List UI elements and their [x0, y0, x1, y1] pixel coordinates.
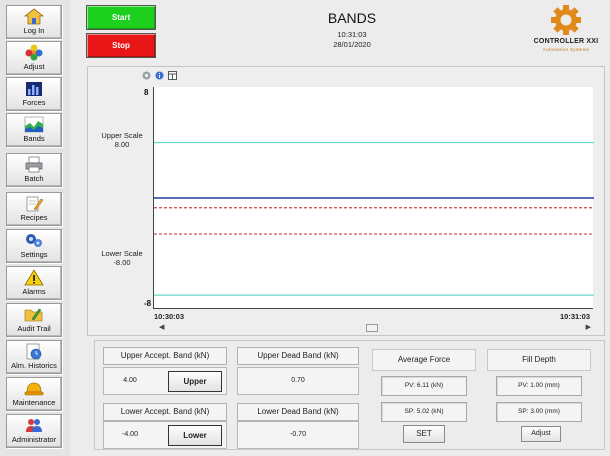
sidebar: Log In Adjust Forces Bands Batch Recipes…: [0, 0, 70, 456]
set-button[interactable]: SET: [403, 425, 445, 443]
settings-circle-icon[interactable]: [142, 71, 151, 80]
users-icon: [26, 419, 42, 432]
sidebar-item-audit-trail[interactable]: Audit Trail: [6, 303, 62, 337]
upper-accept-band-group: 4.00 Upper: [103, 367, 227, 395]
info-icon[interactable]: [155, 71, 164, 80]
scroll-thumb[interactable]: [366, 324, 378, 332]
scroll-right-icon[interactable]: ▶: [586, 323, 591, 331]
lower-scale-value: -8.00: [113, 258, 131, 267]
sidebar-item-label: Log In: [23, 26, 45, 35]
stop-button[interactable]: Stop: [86, 33, 156, 58]
y-axis-min: -8: [144, 299, 152, 308]
sidebar-item-administrator[interactable]: Administrator: [6, 414, 62, 448]
sidebar-item-alm-historics[interactable]: Alm. Historics: [6, 340, 62, 374]
sidebar-item-recipes[interactable]: Recipes: [6, 192, 62, 226]
sidebar-item-adjust[interactable]: Adjust: [6, 41, 62, 75]
printer-icon: [25, 156, 43, 173]
gear-logo-icon: [551, 5, 581, 35]
hardhat-icon: [24, 382, 44, 396]
start-button[interactable]: Start: [86, 5, 156, 30]
lower-scale: Lower Scale -8.00: [92, 249, 152, 267]
flower-icon: [25, 44, 43, 61]
clock-date: 28/01/2020: [333, 40, 371, 49]
sidebar-item-label: Settings: [20, 250, 48, 259]
lower-dead-band-field: -0.70: [237, 421, 359, 449]
sidebar-item-maintenance[interactable]: Maintenance: [6, 377, 62, 411]
company-logo: CONTROLLER XXI Automation Systems: [522, 3, 610, 59]
sidebar-item-label: Audit Trail: [17, 324, 51, 333]
sidebar-item-label: Administrator: [11, 435, 57, 444]
sidebar-item-label: Batch: [24, 174, 44, 183]
upper-dead-band-field: 0.70: [237, 367, 359, 395]
x-axis-end: 10:31:03: [560, 312, 591, 321]
average-force-pv: PV: 6.11 (kN): [381, 376, 467, 396]
sidebar-item-label: Alarms: [22, 287, 46, 296]
lower-accept-band-value: -4.00: [122, 431, 138, 438]
sidebar-item-label: Forces: [22, 98, 46, 107]
lower-accept-band-label: Lower Accept. Band (kN): [103, 403, 227, 421]
sidebar-item-alarms[interactable]: Alarms: [6, 266, 62, 300]
gears-icon: [26, 234, 42, 247]
bands-chart-panel: 8 -8 Upper Scale 8.00 Lower Scale -8.00 …: [87, 66, 605, 336]
upper-dead-band-value: 0.70: [291, 377, 305, 384]
chart-svg: [154, 141, 594, 296]
upper-accept-band-label: Upper Accept. Band (kN): [103, 347, 227, 365]
logo-text: CONTROLLER XXI: [533, 38, 599, 45]
chart-scrollbar[interactable]: ◀ ▶: [153, 322, 593, 333]
history-icon: [26, 343, 42, 360]
sidebar-item-label: Adjust: [23, 62, 45, 71]
upper-scale-label: Upper Scale: [101, 131, 143, 140]
lower-scale-label: Lower Scale: [101, 249, 143, 258]
average-force-sp[interactable]: SP: 5.02 (kN): [381, 402, 467, 422]
lower-button[interactable]: Lower: [168, 425, 222, 446]
sidebar-item-label: Bands: [23, 134, 45, 143]
fill-depth-sp[interactable]: SP: 3.00 (mm): [496, 402, 582, 422]
bar-chart-icon: [26, 82, 42, 96]
upper-button[interactable]: Upper: [168, 371, 222, 392]
sidebar-item-settings[interactable]: Settings: [6, 229, 62, 263]
upper-accept-band-value: 4.00: [123, 377, 137, 384]
sidebar-item-label: Alm. Historics: [11, 361, 57, 370]
sidebar-item-bands[interactable]: Bands: [6, 113, 62, 147]
lower-accept-band-group: -4.00 Lower: [103, 421, 227, 449]
upper-scale-value: 8.00: [114, 140, 130, 149]
adjust-button[interactable]: Adjust: [521, 426, 561, 442]
lower-dead-band-value: -0.70: [290, 431, 306, 438]
plot-area: [153, 87, 594, 309]
fill-depth-label: Fill Depth: [487, 349, 591, 371]
sidebar-item-log-in[interactable]: Log In: [6, 5, 62, 39]
sidebar-item-label: Recipes: [20, 213, 48, 222]
upper-dead-band-label: Upper Dead Band (kN): [237, 347, 359, 365]
clock-time: 10:31:03: [337, 30, 367, 39]
folder-pencil-icon: [24, 308, 43, 322]
lower-dead-band-label: Lower Dead Band (kN): [237, 403, 359, 421]
sidebar-item-label: Maintenance: [12, 398, 56, 407]
page-title: BANDS: [327, 10, 377, 26]
scroll-left-icon[interactable]: ◀: [159, 323, 164, 331]
fill-depth-pv: PV: 1.00 (mm): [496, 376, 582, 396]
upper-scale: Upper Scale 8.00: [92, 131, 152, 149]
y-axis-max: 8: [144, 88, 149, 97]
sidebar-item-forces[interactable]: Forces: [6, 77, 62, 111]
bands-settings-panel: Upper Accept. Band (kN) 4.00 Upper Upper…: [94, 340, 605, 450]
sidebar-item-batch[interactable]: Batch: [6, 153, 62, 187]
x-axis-start: 10:30:03: [154, 312, 185, 321]
logo-subtitle: Automation Systems: [542, 47, 590, 52]
average-force-label: Average Force: [372, 349, 476, 371]
warning-icon: [24, 269, 44, 286]
home-icon: [24, 8, 44, 25]
document-pencil-icon: [26, 196, 44, 212]
header: Start Stop BANDS 10:31:03 28/01/2020 CON…: [72, 0, 610, 62]
chart-toolbar: [142, 71, 179, 83]
area-chart-icon: [24, 116, 44, 133]
table-view-icon[interactable]: [168, 71, 178, 80]
